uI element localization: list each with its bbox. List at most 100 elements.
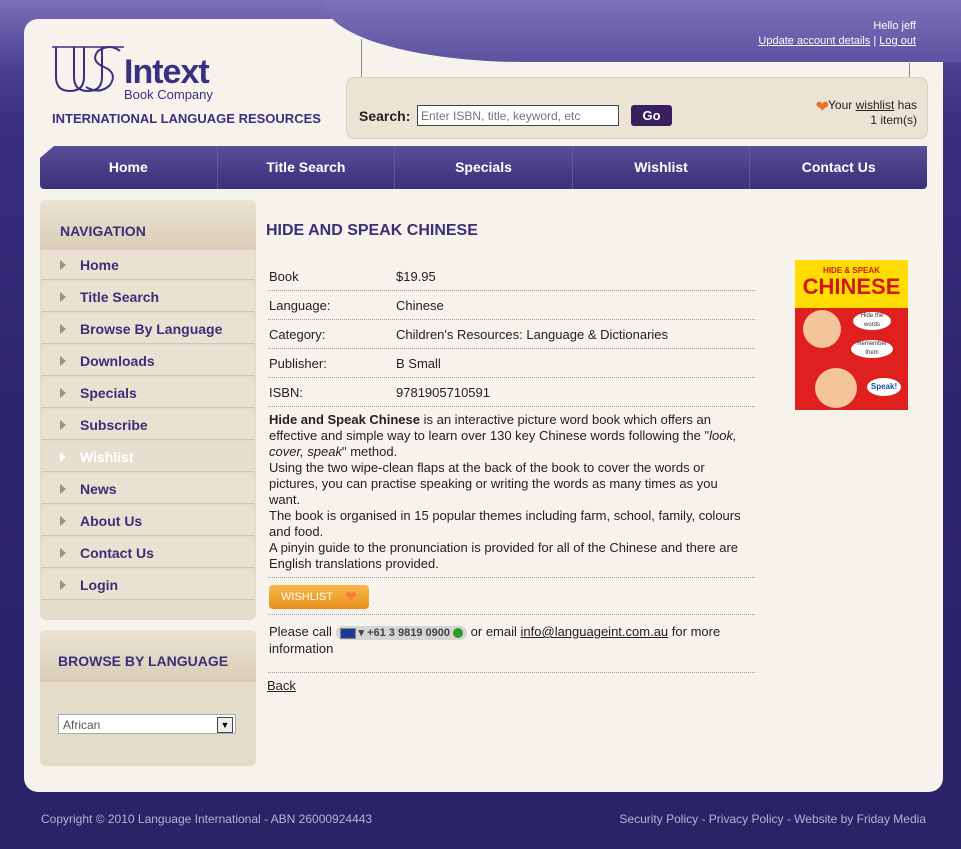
arrow-icon [60, 292, 66, 302]
detail-key: ISBN: [269, 385, 303, 400]
sidebar-item-title-search[interactable]: Title Search [42, 282, 254, 312]
greeting: Hello jeff [873, 20, 916, 32]
detail-row: ISBN: 9781905710591 [268, 378, 755, 407]
cover-title: CHINESE [802, 274, 901, 299]
sidebar-item-downloads[interactable]: Downloads [42, 346, 254, 376]
wishlist-count: 1 item(s) [870, 113, 917, 127]
sidebar-item-login[interactable]: Login [42, 570, 254, 600]
desc-title: Hide and Speak Chinese [269, 412, 420, 427]
contact-prefix: Please call [269, 624, 332, 639]
flag-icon [339, 627, 356, 639]
logo-subtitle: Book Company [124, 87, 213, 102]
logo-tagline: INTERNATIONAL LANGUAGE RESOURCES [52, 111, 321, 126]
search-label: Search: [359, 108, 411, 124]
detail-row: Category: Children's Resources: Language … [268, 320, 755, 349]
nav-tab-specials[interactable]: Specials [395, 146, 573, 189]
sidebar-item-news[interactable]: News [42, 474, 254, 504]
product-details-table: Book $19.95 Language: Chinese Category: Chi… [268, 262, 755, 407]
phone-number: +61 3 9819 0900 [367, 627, 450, 639]
logo-name: Intext [124, 53, 210, 91]
website-credit-link[interactable]: Website by Friday Media [794, 812, 926, 826]
nav-tab-title-search[interactable]: Title Search [218, 146, 396, 189]
sidebar-item-wishlist[interactable]: Wishlist [42, 442, 254, 472]
contact-mid: or email [470, 624, 517, 639]
book-cover-image: HIDE & SPEAK CHINESE Hide the words Reme… [795, 260, 908, 410]
arrow-icon [60, 356, 66, 366]
detail-value: Chinese [396, 298, 444, 313]
sidebar-item-about-us[interactable]: About Us [42, 506, 254, 536]
detail-key: Language: [269, 298, 331, 313]
security-policy-link[interactable]: Security Policy [619, 812, 698, 826]
phone-number-chip[interactable]: ▾ +61 3 9819 0900 [335, 626, 468, 640]
detail-value: B Small [396, 356, 441, 371]
sidebar-item-label: Downloads [80, 353, 155, 369]
detail-row: Book $19.95 [268, 262, 755, 291]
call-icon [453, 628, 464, 639]
sidebar-item-label: Home [80, 257, 119, 273]
nav-tab-wishlist[interactable]: Wishlist [573, 146, 751, 189]
sidebar-item-label: About Us [80, 513, 143, 529]
browse-language-heading: BROWSE BY LANGUAGE [40, 630, 256, 682]
cover-bubble: Speak! [867, 378, 901, 396]
sidebar-item-specials[interactable]: Specials [42, 378, 254, 408]
detail-value: 9781905710591 [396, 385, 490, 400]
sidebar-item-contact-us[interactable]: Contact Us [42, 538, 254, 568]
cover-face [815, 368, 857, 408]
privacy-policy-link[interactable]: Privacy Policy [709, 812, 784, 826]
page-title: HIDE AND SPEAK CHINESE [266, 222, 478, 239]
back-link[interactable]: Back [267, 678, 296, 693]
heart-icon: ❤ [815, 99, 829, 116]
search-go-button[interactable]: Go [631, 105, 672, 126]
sidebar-item-label: Subscribe [80, 417, 148, 433]
top-nav: Home Title Search Specials Wishlist Cont… [40, 146, 927, 189]
sidebar-item-label: News [80, 481, 117, 497]
footer-separator: - [698, 812, 709, 826]
link-separator: | [873, 35, 877, 47]
desc-text: The book is organised in 15 popular them… [269, 508, 741, 539]
nav-tab-home[interactable]: Home [40, 146, 218, 189]
add-to-wishlist-button[interactable]: WISHLIST ❤ [269, 585, 369, 609]
desc-text: Using the two wipe-clean flaps at the ba… [269, 460, 718, 507]
cover-bubble: Remember them [851, 340, 893, 358]
language-select[interactable]: African ▼ [58, 714, 236, 734]
divider [268, 614, 755, 615]
chevron-down-icon[interactable]: ▼ [217, 717, 233, 733]
arrow-icon [60, 580, 66, 590]
wishlist-prefix: Your [828, 98, 853, 112]
contact-info: Please call ▾ +61 3 9819 0900 or email i… [269, 623, 739, 657]
sidebar-item-label: Login [80, 577, 119, 593]
footer-separator: - [783, 812, 795, 826]
sidebar-item-browse-by-language[interactable]: Browse By Language [42, 314, 254, 344]
detail-key: Category: [269, 327, 326, 342]
sidebar-item-label: Wishlist [80, 449, 134, 465]
arrow-icon [60, 548, 66, 558]
desc-text: A pinyin guide to the pronunciation is p… [269, 540, 739, 571]
search-bar: Search: Go ❤ Your wishlist has 1 item(s) [346, 77, 928, 139]
arrow-icon [60, 260, 66, 270]
arrow-icon [60, 420, 66, 430]
detail-key: Book [269, 269, 299, 284]
detail-key: Publisher: [269, 356, 327, 371]
arrow-icon [60, 484, 66, 494]
sidebar-item-label: Title Search [80, 289, 160, 305]
sidebar-nav: NAVIGATION Home Title Search Browse By L… [40, 200, 256, 620]
logo-mark-icon [52, 46, 124, 93]
footer-links: Security Policy - Privacy Policy - Websi… [619, 812, 926, 826]
search-input[interactable] [417, 105, 619, 126]
nav-tab-contact-us[interactable]: Contact Us [750, 146, 927, 189]
heart-icon: ❤ [345, 588, 357, 604]
sidebar-item-subscribe[interactable]: Subscribe [42, 410, 254, 440]
wishlist-status: Your wishlist has 1 item(s) [828, 98, 917, 128]
email-link[interactable]: info@languageint.com.au [521, 624, 669, 639]
browse-by-language-box: BROWSE BY LANGUAGE African ▼ [40, 630, 256, 766]
cover-bubble: Hide the words [853, 312, 891, 330]
sidebar-heading: NAVIGATION [40, 200, 256, 250]
sidebar-item-label: Browse By Language [80, 321, 223, 337]
detail-value: Children's Resources: Language & Diction… [396, 327, 669, 342]
wishlist-link[interactable]: wishlist [856, 98, 895, 112]
user-box: Hello jeff Update account details | Log … [758, 19, 916, 49]
update-account-link[interactable]: Update account details [758, 35, 870, 47]
sidebar-item-home[interactable]: Home [42, 250, 254, 280]
logout-link[interactable]: Log out [879, 35, 916, 47]
desc-text: " method. [342, 444, 398, 459]
